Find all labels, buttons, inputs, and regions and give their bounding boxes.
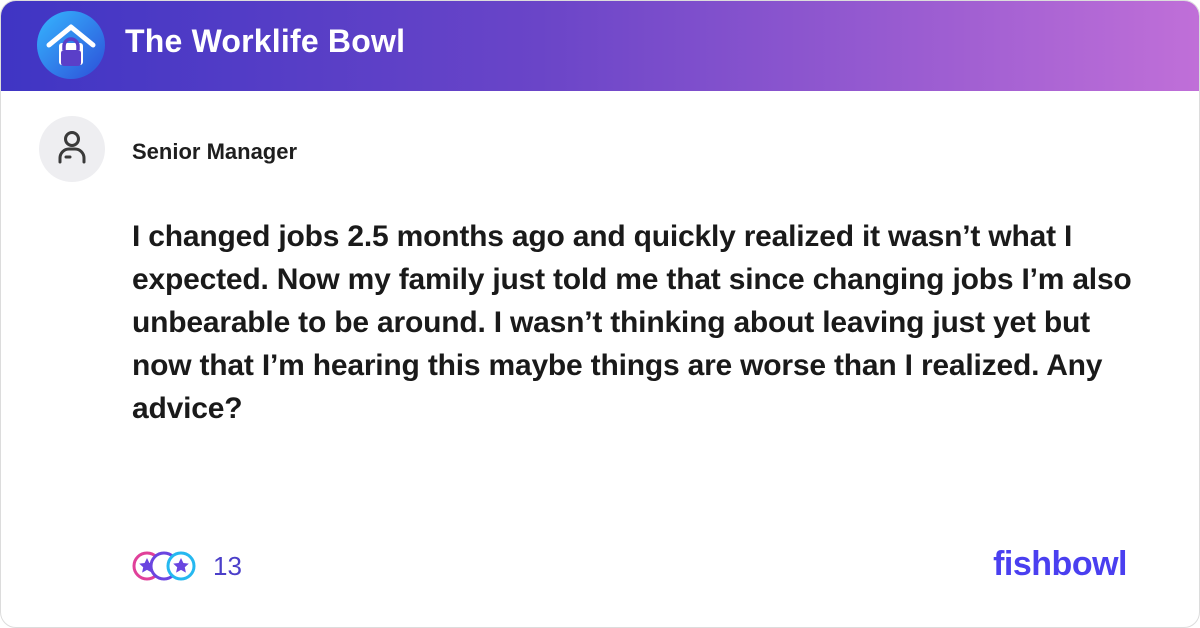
avatar[interactable] xyxy=(39,116,105,182)
bowl-title[interactable]: The Worklife Bowl xyxy=(125,23,405,60)
fishbowl-logo[interactable]: fishbowl xyxy=(993,545,1127,584)
post-body: I changed jobs 2.5 months ago and quickl… xyxy=(132,220,1132,425)
author-name[interactable]: Senior Manager xyxy=(132,139,297,165)
person-icon xyxy=(58,131,86,164)
bowl-header[interactable]: The Worklife Bowl xyxy=(1,1,1199,91)
reactions-summary[interactable]: 13 xyxy=(131,549,242,583)
post-card: The Worklife Bowl Senior Manager I chang… xyxy=(0,0,1200,628)
reaction-count[interactable]: 13 xyxy=(213,551,242,582)
house-lock-icon xyxy=(37,11,105,79)
reaction-icons xyxy=(132,551,196,581)
